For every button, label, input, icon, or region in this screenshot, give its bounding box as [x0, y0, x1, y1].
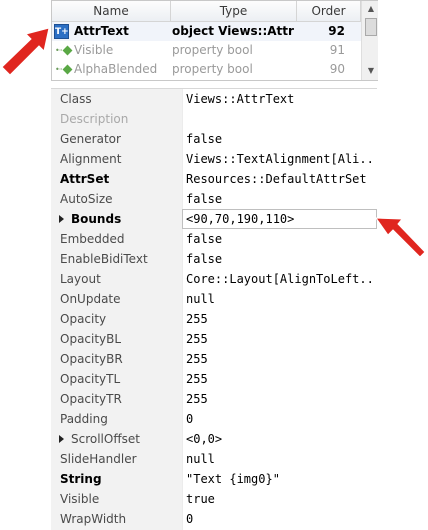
property-value: Core::Layout[AlignToLeft... — [186, 272, 374, 286]
property-name: AutoSize — [60, 192, 113, 206]
connector-dots-icon: •·· — [55, 46, 63, 55]
column-header-order[interactable]: Order — [297, 1, 361, 21]
list-item-name: AlphaBlended — [74, 62, 158, 76]
property-row-description[interactable]: Description — [51, 109, 377, 129]
property-value: Resources::DefaultAttrSet — [186, 172, 367, 186]
property-value: 255 — [186, 372, 208, 386]
property-value: 255 — [186, 352, 208, 366]
annotation-arrow-icon — [2, 27, 50, 76]
list-item-order: 90 — [329, 62, 345, 76]
column-header-name[interactable]: Name — [52, 1, 171, 21]
property-value: <90,70,190,110> — [186, 212, 295, 226]
property-row-visible[interactable]: Visible true — [51, 489, 377, 509]
property-name: AttrSet — [60, 172, 110, 186]
property-row-opacitytl[interactable]: OpacityTL 255 — [51, 369, 377, 389]
list-item-order: 91 — [329, 43, 345, 57]
annotation-arrow-icon — [375, 217, 426, 258]
scroll-up-icon[interactable]: ▲ — [362, 1, 378, 17]
list-item-type: property bool — [172, 43, 253, 57]
property-name: Description — [60, 112, 129, 126]
property-value: 0 — [186, 512, 194, 526]
property-row-bounds[interactable]: Bounds <90,70,190,110> — [51, 209, 377, 229]
property-row-onupdate[interactable]: OnUpdate null — [51, 289, 377, 309]
property-row-enablebiditext[interactable]: EnableBidiText false — [51, 249, 377, 269]
property-name: OpacityBR — [60, 352, 123, 366]
connector-dots-icon: •·· — [55, 65, 63, 74]
property-row-opacitybr[interactable]: OpacityBR 255 — [51, 349, 377, 369]
property-row-opacitybl[interactable]: OpacityBL 255 — [51, 329, 377, 349]
property-name: OnUpdate — [60, 292, 121, 306]
list-scrollbar[interactable]: ▲ ▼ — [361, 1, 378, 80]
property-row-attrset[interactable]: AttrSet Resources::DefaultAttrSet — [51, 169, 377, 189]
property-value: Views::TextAlignment[Ali... — [186, 152, 374, 166]
list-item[interactable]: •·· AlphaBlended property bool 90 — [52, 60, 361, 79]
members-list: Name Type Order T+ AttrText object Views… — [51, 0, 378, 81]
property-row-string[interactable]: String "Text {img0}" — [51, 469, 377, 489]
property-name: SlideHandler — [60, 452, 137, 466]
diamond-icon — [62, 64, 73, 75]
property-name: Class — [60, 92, 92, 106]
property-value: Views::AttrText — [186, 92, 295, 106]
property-name: String — [60, 472, 102, 486]
list-item-type: object Views::AttrText — [172, 24, 294, 38]
property-value: false — [186, 192, 223, 206]
list-item[interactable]: •·· Visible property bool 91 — [52, 41, 361, 60]
property-value: 0 — [186, 412, 194, 426]
property-value: 255 — [186, 312, 208, 326]
property-value: 255 — [186, 392, 208, 406]
expand-arrow-icon[interactable] — [59, 215, 64, 223]
property-value: <0,0> — [186, 432, 223, 446]
property-row-scrolloffset[interactable]: ScrollOffset <0,0> — [51, 429, 377, 449]
property-name: Layout — [60, 272, 101, 286]
property-name: Embedded — [60, 232, 125, 246]
list-item-order: 92 — [328, 24, 345, 38]
property-row-class[interactable]: Class Views::AttrText — [51, 89, 377, 109]
property-row-opacity[interactable]: Opacity 255 — [51, 309, 377, 329]
scroll-thumb[interactable] — [365, 18, 377, 36]
property-row-padding[interactable]: Padding 0 — [51, 409, 377, 429]
property-value: false — [186, 232, 223, 246]
property-name: Padding — [60, 412, 108, 426]
list-item-name: AttrText — [74, 24, 129, 38]
property-value: 255 — [186, 332, 208, 346]
property-value: null — [186, 452, 215, 466]
expand-arrow-icon[interactable] — [59, 435, 64, 443]
property-value: "Text {img0}" — [186, 472, 280, 486]
list-item-type: property bool — [172, 62, 253, 76]
property-row-generator[interactable]: Generator false — [51, 129, 377, 149]
property-value: true — [186, 492, 215, 506]
list-item[interactable]: T+ AttrText object Views::AttrText 92 — [52, 22, 361, 41]
property-name: ScrollOffset — [71, 432, 140, 446]
list-item-name: Visible — [74, 43, 114, 57]
property-row-embedded[interactable]: Embedded false — [51, 229, 377, 249]
t-plus-icon: T+ — [54, 24, 69, 39]
property-name: Bounds — [71, 212, 122, 226]
column-header-type[interactable]: Type — [171, 1, 297, 21]
property-name: WrapWidth — [60, 512, 127, 526]
property-value: null — [186, 292, 215, 306]
property-name: OpacityTL — [60, 372, 121, 386]
property-row-alignment[interactable]: Alignment Views::TextAlignment[Ali... — [51, 149, 377, 169]
property-name: EnableBidiText — [60, 252, 148, 266]
list-header: Name Type Order — [52, 1, 378, 22]
property-name: Opacity — [60, 312, 107, 326]
property-row-slidehandler[interactable]: SlideHandler null — [51, 449, 377, 469]
property-name: Alignment — [60, 152, 122, 166]
scroll-down-icon[interactable]: ▼ — [362, 63, 378, 79]
property-name: OpacityTR — [60, 392, 122, 406]
property-value: false — [186, 252, 223, 266]
property-row-layout[interactable]: Layout Core::Layout[AlignToLeft... — [51, 269, 377, 289]
property-row-wrapwidth[interactable]: WrapWidth 0 — [51, 509, 377, 529]
property-value: false — [186, 132, 223, 146]
property-name: Generator — [60, 132, 121, 146]
property-name: Visible — [60, 492, 100, 506]
property-grid: Class Views::AttrText Description Genera… — [51, 88, 377, 530]
diamond-icon — [62, 45, 73, 56]
property-row-opacitytr[interactable]: OpacityTR 255 — [51, 389, 377, 409]
property-name: OpacityBL — [60, 332, 122, 346]
property-row-autosize[interactable]: AutoSize false — [51, 189, 377, 209]
